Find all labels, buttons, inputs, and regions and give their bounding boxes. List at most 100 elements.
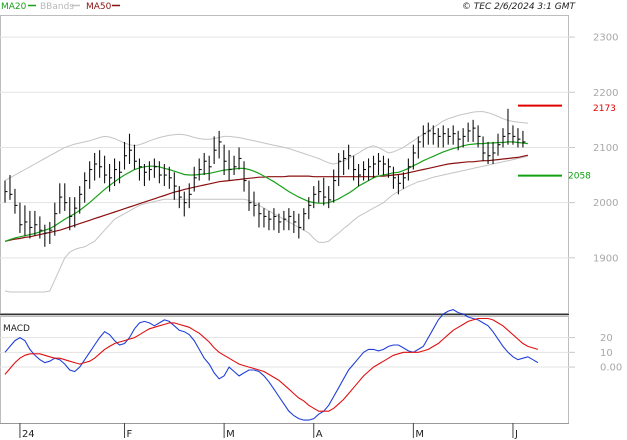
ohlc-bar bbox=[288, 208, 292, 231]
ohlc-bar bbox=[313, 186, 317, 209]
legend-bbands-label: BBands bbox=[40, 2, 74, 12]
moving-averages bbox=[4, 141, 529, 242]
price-y-ticks: 2300 2200 2100 2000 1900 bbox=[569, 33, 618, 264]
ohlc-bar bbox=[502, 128, 506, 148]
ohlc-bar bbox=[263, 208, 267, 228]
x-tick-label: 24 bbox=[22, 429, 35, 440]
ohlc-bar bbox=[243, 161, 247, 192]
ohlc-bar bbox=[402, 172, 406, 189]
price-panel-frame bbox=[0, 15, 569, 314]
ohlc-bar bbox=[213, 136, 217, 164]
x-tick-label: A bbox=[316, 429, 323, 440]
ohlc-bar bbox=[123, 141, 128, 170]
ohlc-bar bbox=[462, 128, 466, 148]
ohlc-bar bbox=[372, 155, 377, 178]
macd-macd-line bbox=[4, 309, 539, 421]
ohlc-bar bbox=[293, 210, 297, 233]
ohlc-bar bbox=[188, 183, 192, 209]
x-tick-label: J bbox=[514, 429, 518, 440]
x-tick-label: M bbox=[415, 429, 424, 440]
legend: MA20 BBands MA50 bbox=[1, 2, 120, 12]
ohlc-bar bbox=[248, 180, 252, 211]
ohlc-bar bbox=[358, 164, 362, 187]
ohlc-bar bbox=[163, 164, 167, 187]
ohlc-bar bbox=[382, 155, 386, 176]
ohlc-bar bbox=[407, 158, 411, 181]
ohlc-bar bbox=[4, 180, 8, 203]
ohlc-bar bbox=[333, 169, 337, 203]
ohlc-bar bbox=[173, 172, 177, 200]
ohlc-bar bbox=[34, 210, 38, 236]
ohlc-bar bbox=[178, 186, 182, 209]
ohlc-bar bbox=[268, 210, 272, 231]
price-y-tick-label: 2300 bbox=[593, 33, 618, 44]
macd-y-ticks: 20 10 0.00 bbox=[569, 333, 622, 374]
ohlc-bar bbox=[153, 158, 157, 178]
ohlc-bar bbox=[442, 125, 446, 148]
x-tick-label: F bbox=[127, 429, 133, 440]
ohlc-bar bbox=[24, 205, 28, 236]
ohlc-bar bbox=[109, 164, 113, 192]
ohlc-bar bbox=[84, 172, 88, 203]
ohlc-bars bbox=[4, 108, 526, 247]
ohlc-bar bbox=[89, 161, 93, 189]
ohlc-bar bbox=[363, 161, 367, 181]
ohlc-bar bbox=[472, 119, 476, 142]
x-tick-label: M bbox=[226, 429, 235, 440]
ohlc-bar bbox=[228, 150, 232, 181]
price-y-tick-label: 1900 bbox=[593, 253, 618, 264]
ohlc-bar bbox=[497, 133, 501, 156]
ohlc-bar bbox=[507, 108, 511, 145]
ohlc-bar bbox=[94, 152, 98, 181]
ohlc-bar bbox=[44, 224, 48, 247]
ohlc-bar bbox=[522, 130, 526, 148]
ohlc-bar bbox=[158, 161, 162, 184]
legend-ma50-label: MA50 bbox=[86, 2, 112, 12]
ohlc-bar bbox=[517, 128, 521, 148]
ohlc-bar bbox=[273, 208, 277, 231]
macd-y-tick-label: 10 bbox=[600, 348, 613, 359]
ohlc-bar bbox=[99, 150, 103, 178]
legend-ma20-label: MA20 bbox=[1, 2, 27, 12]
x-axis-ticks: 24 F M A M J bbox=[19, 423, 518, 440]
ohlc-bar bbox=[338, 152, 342, 187]
ohlc-bar bbox=[452, 125, 456, 145]
ohlc-bar bbox=[64, 183, 68, 211]
price-y-tick-label: 2200 bbox=[593, 88, 618, 99]
ohlc-bar bbox=[143, 164, 147, 187]
chart-svg: 2173 2058 23002200210020001900 20100.00 … bbox=[0, 2, 622, 440]
ohlc-bar bbox=[303, 208, 307, 231]
ohlc-bar bbox=[427, 122, 431, 145]
ohlc-bar bbox=[318, 180, 322, 203]
macd-signal-line bbox=[4, 317, 539, 412]
copyright-timestamp: © TEC 2/6/2024 3:1 GMT bbox=[462, 2, 577, 12]
ohlc-bar bbox=[198, 158, 202, 181]
ohlc-bar bbox=[14, 188, 18, 214]
ohlc-bar bbox=[148, 161, 152, 181]
macd-y-tick-label: 20 bbox=[600, 333, 613, 344]
stock-chart: 2173 2058 2300 2200 2100 2000 1900 20 10 0.00 … bbox=[0, 0, 627, 440]
bbands-upper-line bbox=[4, 111, 528, 182]
ohlc-bar bbox=[343, 150, 347, 176]
bollinger-bands bbox=[4, 111, 529, 293]
ohlc-bar bbox=[432, 125, 436, 145]
ohlc-bar bbox=[323, 177, 327, 206]
ohlc-bar bbox=[298, 213, 302, 239]
macd-lines bbox=[4, 309, 539, 421]
ohlc-bar bbox=[482, 136, 486, 162]
ohlc-bar bbox=[447, 128, 451, 145]
ohlc-bar bbox=[328, 186, 332, 209]
ma50-line bbox=[4, 154, 529, 242]
ohlc-bar bbox=[193, 166, 197, 192]
ohlc-bar bbox=[492, 141, 496, 164]
ohlc-bar bbox=[39, 216, 43, 239]
ohlc-bar bbox=[69, 197, 73, 231]
ohlc-bar bbox=[128, 133, 132, 164]
ohlc-bar bbox=[59, 183, 63, 214]
ohlc-bar bbox=[238, 147, 242, 170]
ohlc-bar bbox=[114, 158, 118, 187]
macd-panel-frame bbox=[0, 316, 569, 424]
price-y-tick-label: 2100 bbox=[593, 143, 618, 154]
macd-panel-title: MACD bbox=[3, 324, 30, 334]
ma20-line bbox=[4, 141, 528, 242]
